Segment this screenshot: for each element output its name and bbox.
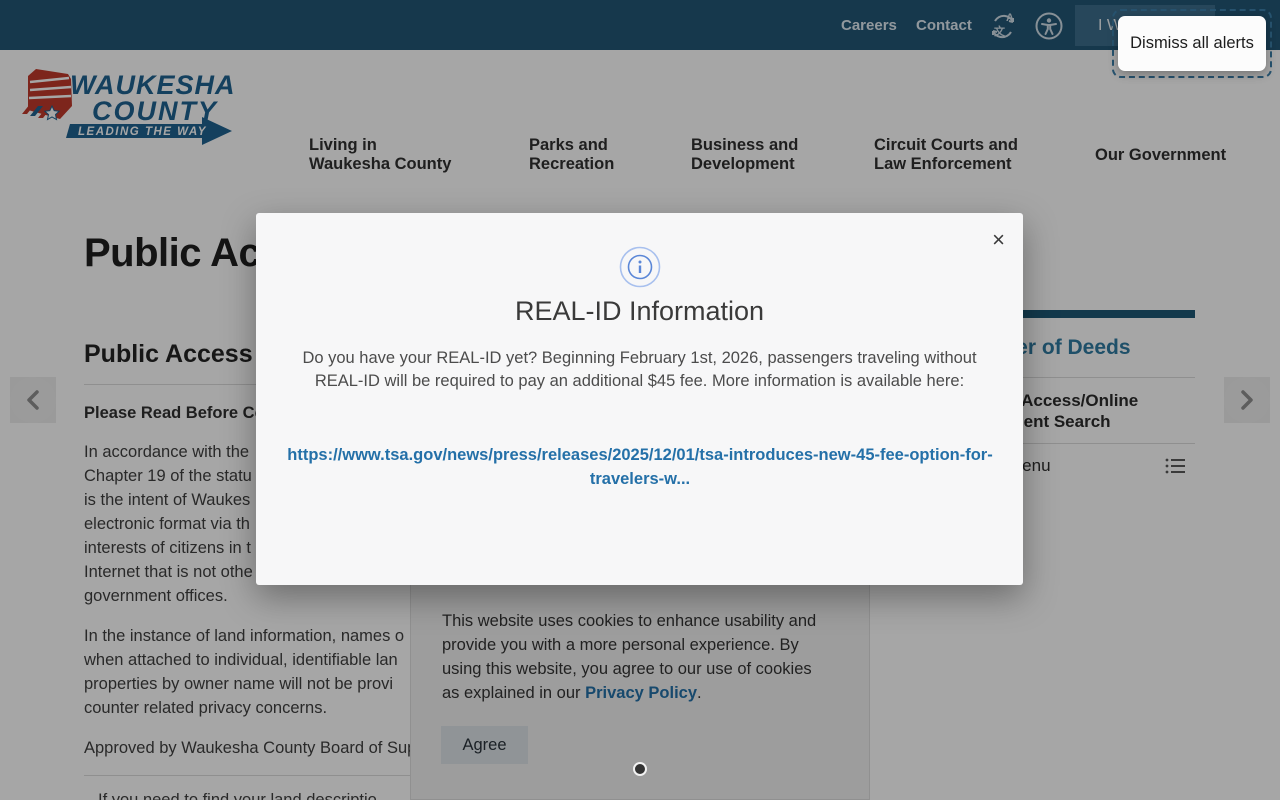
modal-body-line-1: Do you have your REAL-ID yet? Beginning … — [302, 349, 977, 367]
carousel-dot-indicator[interactable] — [633, 762, 647, 776]
info-icon — [619, 246, 661, 293]
tsa-real-id-link[interactable]: https://www.tsa.gov/news/press/releases/… — [270, 444, 1010, 491]
close-icon[interactable]: × — [992, 229, 1005, 251]
modal-title: REAL-ID Information — [514, 296, 765, 326]
dismiss-all-alerts-button[interactable]: Dismiss all alerts — [1118, 16, 1266, 71]
modal-body-line-2: REAL-ID will be required to pay an addit… — [314, 372, 965, 390]
real-id-alert-modal: × REAL-ID Information Do you have your R… — [256, 213, 1023, 585]
